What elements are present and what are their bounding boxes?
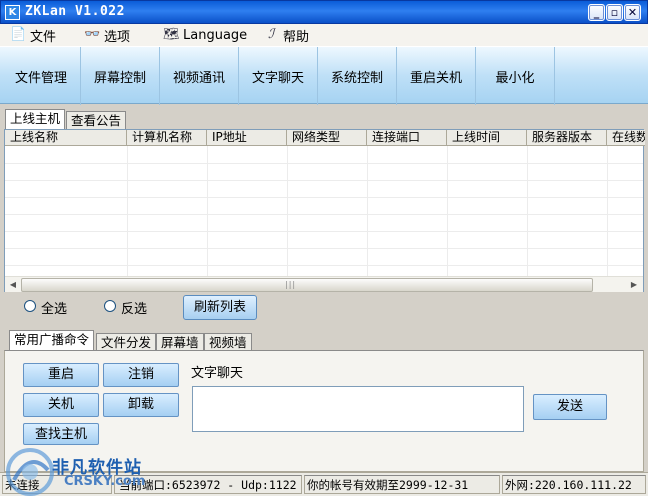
close-button[interactable]: ✕ bbox=[624, 4, 641, 21]
toolbar-file-manager[interactable]: 文件管理 bbox=[2, 47, 81, 105]
help-icon: ℐ bbox=[267, 27, 275, 42]
col-online-count[interactable]: 在线数 bbox=[607, 130, 645, 146]
col-port[interactable]: 连接端口 bbox=[367, 130, 447, 146]
row-gridline bbox=[5, 163, 643, 164]
restore-button[interactable]: ▫ bbox=[606, 4, 623, 21]
title-bar[interactable]: K ZKLan V1.022 _ ▫ ✕ bbox=[0, 0, 648, 24]
window-title: ZKLan V1.022 bbox=[25, 4, 125, 19]
minimize-button[interactable]: _ bbox=[588, 4, 605, 21]
grip-icon: ||| bbox=[285, 280, 297, 289]
menu-help[interactable]: ℐ 帮助 bbox=[263, 26, 310, 45]
logoff-button[interactable]: 注销 bbox=[103, 363, 179, 387]
invert-label[interactable]: 反选 bbox=[121, 298, 147, 317]
refresh-list-button[interactable]: 刷新列表 bbox=[183, 295, 257, 320]
menu-bar: 📄 文件 👓 选项 🗺 Language ℐ 帮助 bbox=[0, 24, 648, 46]
col-network-type[interactable]: 网络类型 bbox=[287, 130, 367, 146]
select-all-radio[interactable] bbox=[24, 300, 36, 312]
tab-video-wall[interactable]: 视频墙 bbox=[204, 333, 252, 351]
col-gridline bbox=[287, 146, 288, 276]
list-header: 上线名称 计算机名称 IP地址 网络类型 连接端口 上线时间 服务器版本 在线数 bbox=[5, 130, 645, 146]
scroll-left-icon[interactable]: ◀ bbox=[6, 278, 20, 292]
col-gridline bbox=[127, 146, 128, 276]
row-gridline bbox=[5, 197, 643, 198]
menu-file-label: 文件 bbox=[30, 29, 57, 45]
select-all-label[interactable]: 全选 bbox=[41, 298, 67, 317]
col-gridline bbox=[367, 146, 368, 276]
menu-language[interactable]: 🗺 Language bbox=[163, 26, 247, 44]
col-online-time[interactable]: 上线时间 bbox=[447, 130, 527, 146]
menu-options[interactable]: 👓 选项 bbox=[84, 26, 131, 45]
send-button[interactable]: 发送 bbox=[533, 394, 607, 420]
status-expiry: 你的帐号有效期至2999-12-31 bbox=[304, 475, 500, 494]
watermark-sub: CRSKY.com bbox=[64, 474, 146, 489]
col-gridline bbox=[207, 146, 208, 276]
col-gridline bbox=[447, 146, 448, 276]
toolbar-restart-shutdown[interactable]: 重启关机 bbox=[397, 47, 476, 105]
tab-broadcast-commands[interactable]: 常用广播命令 bbox=[9, 330, 95, 350]
row-gridline bbox=[5, 231, 643, 232]
toolbar-system-control[interactable]: 系统控制 bbox=[318, 47, 397, 105]
toolbar-video[interactable]: 视频通讯 bbox=[160, 47, 239, 105]
row-gridline bbox=[5, 265, 643, 266]
uninstall-button[interactable]: 卸载 bbox=[103, 393, 179, 417]
toolbar-screen-control[interactable]: 屏幕控制 bbox=[81, 47, 160, 105]
toolbar-text-chat[interactable]: 文字聊天 bbox=[239, 47, 318, 105]
col-ip[interactable]: IP地址 bbox=[207, 130, 287, 146]
col-computer-name[interactable]: 计算机名称 bbox=[127, 130, 207, 146]
file-icon: 📄 bbox=[10, 27, 27, 42]
row-gridline bbox=[5, 248, 643, 249]
col-server-version[interactable]: 服务器版本 bbox=[527, 130, 607, 146]
tab-file-distribution[interactable]: 文件分发 bbox=[96, 333, 157, 351]
menu-language-label: Language bbox=[183, 27, 248, 43]
menu-help-label: 帮助 bbox=[283, 29, 310, 45]
horizontal-scrollbar[interactable]: ◀ ||| ▶ bbox=[5, 276, 643, 292]
invert-radio[interactable] bbox=[104, 300, 116, 312]
col-gridline bbox=[527, 146, 528, 276]
scrollbar-thumb[interactable] bbox=[21, 278, 593, 292]
toolbar-minimize[interactable]: 最小化 bbox=[476, 47, 555, 105]
chat-label: 文字聊天 bbox=[191, 366, 244, 381]
host-list[interactable]: 上线名称 计算机名称 IP地址 网络类型 连接端口 上线时间 服务器版本 在线数… bbox=[4, 129, 645, 292]
shutdown-button[interactable]: 关机 bbox=[23, 393, 99, 417]
app-icon: K bbox=[5, 5, 20, 20]
tab-online-hosts[interactable]: 上线主机 bbox=[5, 109, 66, 129]
tab-announcements[interactable]: 查看公告 bbox=[66, 111, 127, 129]
glasses-icon: 👓 bbox=[84, 27, 101, 42]
scroll-right-icon[interactable]: ▶ bbox=[627, 278, 641, 292]
status-external-ip: 外网:220.160.111.22 bbox=[502, 475, 646, 494]
col-online-name[interactable]: 上线名称 bbox=[5, 130, 127, 146]
language-icon: 🗺 bbox=[163, 27, 180, 42]
row-gridline bbox=[5, 180, 643, 181]
chat-input[interactable] bbox=[192, 386, 524, 432]
restart-button[interactable]: 重启 bbox=[23, 363, 99, 387]
menu-file[interactable]: 📄 文件 bbox=[10, 26, 57, 45]
menu-options-label: 选项 bbox=[104, 29, 131, 45]
col-gridline bbox=[607, 146, 608, 276]
row-gridline bbox=[5, 214, 643, 215]
tab-screen-wall[interactable]: 屏幕墙 bbox=[156, 333, 204, 351]
toolbar: 文件管理 屏幕控制 视频通讯 文字聊天 系统控制 重启关机 最小化 bbox=[0, 46, 648, 105]
